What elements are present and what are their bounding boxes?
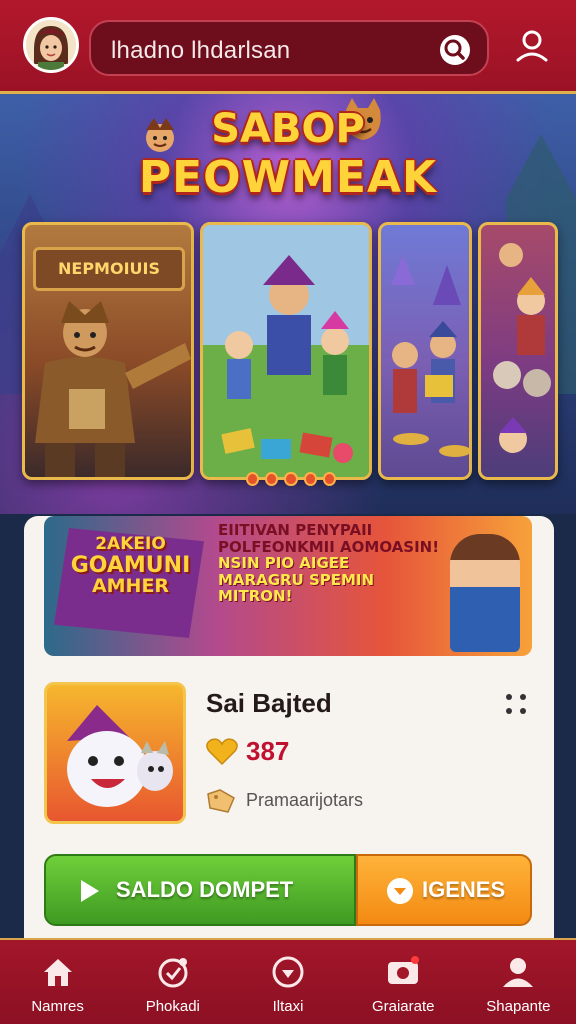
nav-item-home[interactable]: Namres [0, 940, 115, 1024]
gift-icon [158, 958, 188, 988]
avatar-portrait-icon [26, 20, 76, 70]
promo-line: EIITIVAN PENYPAII [218, 521, 373, 539]
game-category: Pramaarijotars [246, 790, 364, 810]
promo-badge-line: AMHER [91, 574, 170, 597]
nav-item-rewards[interactable]: Phokadi [115, 940, 230, 1024]
nav-item-media[interactable]: Graiarate [346, 940, 461, 1024]
content-panel: 2AKEIO GOAMUNI AMHER EIITIVAN PENYPAII P… [24, 516, 554, 938]
bottom-navigation: Namres Phokadi Iltaxi Graiarate Shapante [0, 938, 576, 1024]
knights-illustration-icon [391, 255, 469, 457]
promo-headline: EIITIVAN PENYPAII POLFEONKMII AOMOASIN! … [218, 522, 468, 605]
user-icon [503, 958, 534, 987]
promo-line: MARAGRU SPEMIN [218, 570, 375, 589]
game-score: 387 [246, 736, 290, 766]
promo-line: NSIN PIO AIGEE [218, 554, 350, 572]
promo-badge-text: 2AKEIO GOAMUNI AMHER [58, 534, 203, 597]
games-label: IGENES [422, 877, 506, 902]
promo-line: MITRON! [218, 587, 293, 605]
warrior-illustration-icon [35, 301, 191, 477]
heroes-illustration-icon [203, 225, 369, 477]
search-icon[interactable] [439, 34, 471, 66]
promo-line: POLFEONKMII AOMOASIN! [218, 537, 440, 556]
promo-banner[interactable]: 2AKEIO GOAMUNI AMHER EIITIVAN PENYPAII P… [44, 516, 532, 656]
nav-item-explore[interactable]: Iltaxi [230, 940, 345, 1024]
carousel-dot[interactable] [246, 472, 260, 486]
card-sign: NEPMOIUIS [33, 247, 185, 291]
nav-label: Shapante [486, 998, 551, 1015]
promo-character [450, 534, 520, 652]
nav-label: Phokadi [145, 998, 200, 1015]
nav-label: Graiarate [371, 998, 435, 1015]
carousel-dot[interactable] [265, 472, 279, 486]
team-illustration-icon [493, 243, 551, 453]
hero-banner[interactable]: SABOP PEOWMEAK NEPMOIUIS [0, 94, 576, 514]
game-card-2[interactable] [200, 222, 372, 480]
hero-title-line2: PEOWMEAK [138, 152, 438, 203]
game-title: Sai Bajted [206, 688, 332, 718]
carousel-dot[interactable] [303, 472, 317, 486]
game-thumbnail[interactable] [44, 682, 186, 824]
promo-badge-line: 2AKEIO [95, 534, 166, 554]
heart-icon [206, 738, 238, 766]
top-header: lhadno lhdarlsan [0, 0, 576, 94]
nav-item-profile[interactable]: Shapante [461, 940, 576, 1024]
nav-label: Namres [31, 998, 84, 1015]
carousel-dot[interactable] [322, 472, 337, 486]
carousel-dot[interactable] [284, 472, 298, 486]
hero-title-line1: SABOP [211, 106, 365, 152]
play-icon [81, 880, 99, 902]
coin-icon [387, 878, 413, 904]
more-options-icon[interactable] [502, 690, 530, 718]
games-button[interactable]: IGENES [356, 854, 532, 926]
game-card-3[interactable] [378, 222, 472, 480]
tag-icon [207, 789, 235, 813]
camera-icon [388, 956, 420, 984]
ghost-mascot-icon [67, 705, 173, 807]
avatar[interactable] [23, 17, 79, 73]
compass-icon [272, 956, 304, 988]
promo-badge-line: GOAMUNI [70, 552, 191, 578]
home-icon [43, 959, 72, 986]
search-bar[interactable]: lhadno lhdarlsan [89, 20, 489, 76]
nav-label: Iltaxi [272, 998, 304, 1015]
carousel-indicators [246, 472, 337, 488]
wallet-balance-label: SALDO DOMPET [116, 877, 294, 902]
wallet-balance-button[interactable]: SALDO DOMPET [44, 854, 356, 926]
profile-icon[interactable] [514, 28, 550, 64]
game-card-1[interactable]: NEPMOIUIS [22, 222, 194, 480]
search-input[interactable]: lhadno lhdarlsan [111, 37, 290, 65]
game-card-4[interactable] [478, 222, 558, 480]
